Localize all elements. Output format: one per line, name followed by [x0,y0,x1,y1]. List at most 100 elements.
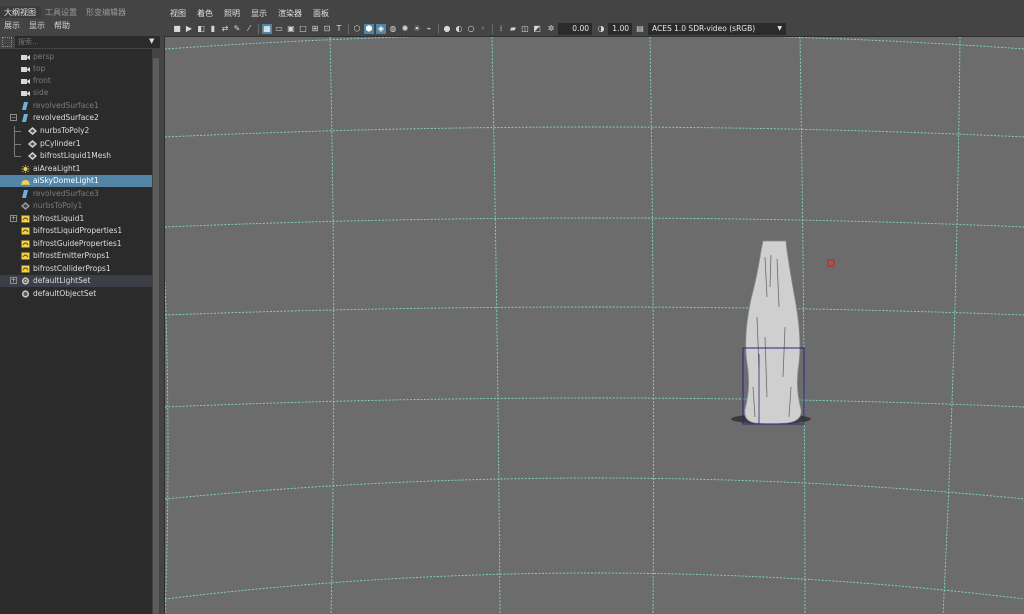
field-chart-icon[interactable]: ⊞ [310,24,320,34]
grease-pencil-icon[interactable]: ✎ [232,24,242,34]
grid-line [491,37,501,614]
outliner-item-bifrostemitterprops1[interactable]: bifrostEmitterProps1 [0,250,152,262]
expand-icon[interactable]: + [10,277,17,284]
outliner-item-label: top [33,64,46,73]
safe-action-icon[interactable]: ⊡ [322,24,332,34]
pencil-icon[interactable]: ⁄ [244,24,254,34]
menu-renderer[interactable]: 渲染器 [278,6,302,22]
grid-line [942,37,961,614]
two-d-pan-icon[interactable]: ⇄ [220,24,230,34]
grid-line [165,397,1024,408]
outliner-item-aiarealight1[interactable]: aiAreaLight1 [0,163,152,175]
gate-mask-icon[interactable]: □ [298,24,308,34]
drag-handle-icon[interactable] [2,37,12,47]
outliner-item-bifrostliquid1mesh[interactable]: bifrostLiquid1Mesh [0,150,152,162]
outliner-item-pcylinder1[interactable]: pCylinder1 [0,138,152,150]
outliner-item-label: persp [33,52,55,61]
outliner-item-bifrostliquid1[interactable]: + bifrostLiquid1 [0,213,152,225]
outliner-item-nurbstopoly2[interactable]: nurbsToPoly2 [0,125,152,137]
outliner-item-revolvedsurface3[interactable]: revolvedSurface3 [0,188,152,200]
outliner-item-label: nurbsToPoly1 [33,201,83,210]
color-space-dropdown[interactable]: ACES 1.0 SDR-video (sRGB) ▼ [648,23,786,35]
menu-show[interactable]: 显示 [251,6,267,22]
smooth-shade-icon[interactable]: ⬢ [364,24,374,34]
menu-display[interactable]: 显示 [29,20,45,32]
expand-icon[interactable]: + [10,215,17,222]
grid-line [165,306,1024,316]
bookmark-icon[interactable]: ◧ [196,24,206,34]
ambient-occlusion-icon[interactable]: ⌁ [424,24,434,34]
set-icon [21,277,30,285]
grid-line [165,217,1024,228]
color-management-icon[interactable]: ▤ [635,24,645,34]
shadows-icon[interactable]: ☀ [412,24,422,34]
camera-attributes-icon[interactable]: ▶ [184,24,194,34]
outliner-item-label: defaultLightSet [33,276,91,285]
chevron-down-icon: ▼ [777,25,782,32]
tab-shape-editor[interactable]: 形变编辑器 [82,6,131,18]
exposure-field[interactable]: 0.00 [558,23,592,35]
outliner-item-persp[interactable]: persp [0,51,152,63]
grid-line [165,477,1024,500]
safe-title-icon[interactable]: T [334,24,344,34]
xray-active-icon[interactable]: ◦ [478,24,488,34]
bottle-model[interactable] [731,240,811,425]
outliner-item-revolvedsurface2[interactable]: − revolvedSurface2 [0,112,152,124]
menu-show[interactable]: 展示 [4,20,20,32]
gamma-icon[interactable]: ◑ [596,24,606,34]
outliner-item-defaultlightset[interactable]: + defaultLightSet [0,275,152,287]
surface-icon [22,114,28,122]
outliner-item-label: defaultObjectSet [33,289,97,298]
outliner-item-front[interactable]: front [0,75,152,87]
film-gate-icon[interactable]: ▭ [274,24,284,34]
outliner-item-defaultobjectset[interactable]: defaultObjectSet [0,288,152,300]
outliner-item-top[interactable]: top [0,63,152,75]
outliner-item-aiskydomelight1[interactable]: aiSkyDomeLight1 [0,175,152,187]
motion-blur-icon[interactable]: ⁞ [496,24,506,34]
color-space-label: ACES 1.0 SDR-video (sRGB) [652,24,756,33]
resolution-gate-icon[interactable]: ▣ [286,24,296,34]
chevron-down-icon[interactable]: ▼ [149,37,154,45]
multisample-aa-icon[interactable]: ▰ [508,24,518,34]
textured-icon[interactable]: ◍ [388,24,398,34]
select-camera-icon[interactable]: ■ [172,24,182,34]
outliner-item-revolvedsurface1[interactable]: revolvedSurface1 [0,100,152,112]
image-plane-icon[interactable]: ▮ [208,24,218,34]
outliner-scrollbar[interactable] [153,58,159,614]
wireframe-on-shaded-icon[interactable]: ◈ [376,24,386,34]
menu-lighting[interactable]: 照明 [224,6,240,22]
isolate-select-icon[interactable]: ● [442,24,452,34]
screen-space-ao-icon[interactable]: ◩ [532,24,542,34]
xray-icon[interactable]: ◐ [454,24,464,34]
search-input[interactable] [15,36,160,48]
outliner-item-label: aiSkyDomeLight1 [33,176,99,185]
menu-help[interactable]: 帮助 [54,20,70,32]
tab-tool-settings[interactable]: 工具设置 [41,6,82,18]
depth-of-field-icon[interactable]: ◫ [520,24,530,34]
grid-icon[interactable]: ▦ [262,24,272,34]
poly-node-icon [21,202,30,210]
viewport-3d[interactable] [164,36,1024,614]
outliner-item-bifrostliquidproperties1[interactable]: bifrostLiquidProperties1 [0,225,152,237]
outliner-item-side[interactable]: side [0,87,152,99]
outliner-item-nurbstopoly1[interactable]: nurbsToPoly1 [0,200,152,212]
tab-outliner[interactable]: 大纲视图 [0,6,41,18]
menu-panels[interactable]: 面板 [313,6,329,22]
outliner-item-bifrostcolliderprops1[interactable]: bifrostColliderProps1 [0,263,152,275]
use-all-lights-icon[interactable]: ✺ [400,24,410,34]
menu-shading[interactable]: 着色 [197,6,213,22]
poly-node-icon [28,152,37,160]
xray-joints-icon[interactable]: ○ [466,24,476,34]
viewport-canvas[interactable] [165,37,1024,614]
grid-line [165,572,1024,600]
collapse-icon[interactable]: − [10,114,17,121]
wireframe-icon[interactable]: ⬡ [352,24,362,34]
bifrost-icon [21,265,30,273]
menu-view[interactable]: 视图 [170,6,186,22]
light-marker-icon[interactable] [827,259,835,267]
outliner-search-row: ▼ [0,35,162,49]
outliner-item-bifrostguideproperties1[interactable]: bifrostGuideProperties1 [0,238,152,250]
grid-line [165,281,169,614]
gamma-field[interactable]: 1.00 [608,23,632,35]
exposure-icon[interactable]: ✲ [546,24,556,34]
